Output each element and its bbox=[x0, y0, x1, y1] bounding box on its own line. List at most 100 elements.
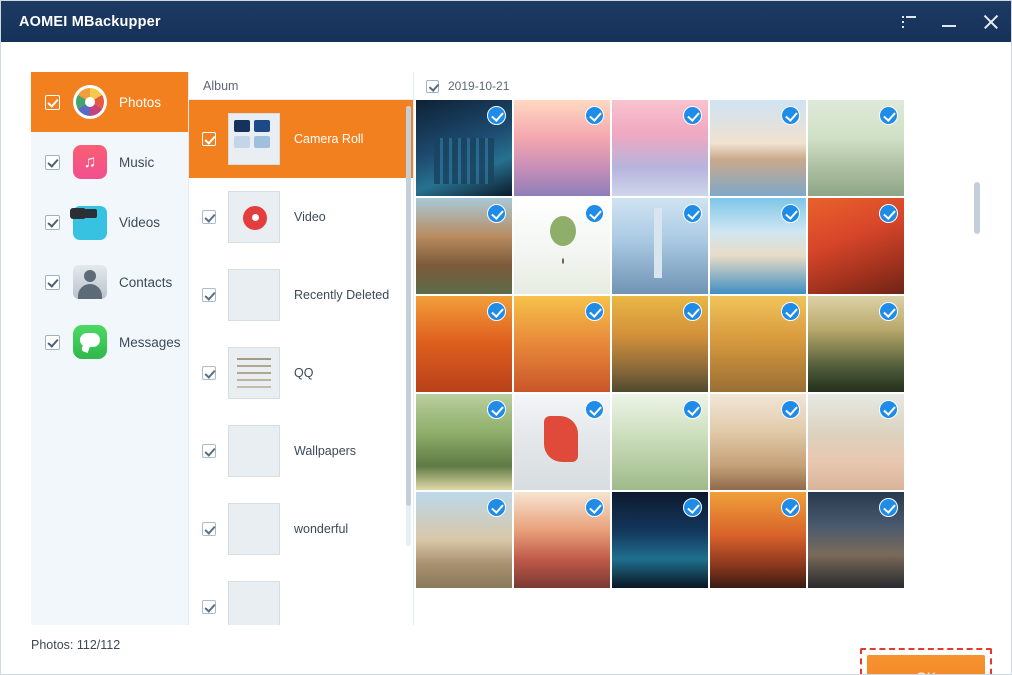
album-scrollbar[interactable] bbox=[406, 106, 411, 546]
album-item-qq[interactable]: QQ bbox=[189, 334, 413, 412]
photo-thumbnail[interactable] bbox=[808, 492, 904, 588]
album-item-camera-roll[interactable]: Camera Roll bbox=[189, 100, 413, 178]
sidebar-item-videos[interactable]: Videos bbox=[31, 192, 188, 252]
photo-thumbnail[interactable] bbox=[710, 492, 806, 588]
sidebar-item-label: Videos bbox=[119, 215, 160, 230]
photo-selected-icon[interactable] bbox=[879, 498, 898, 517]
album-checkbox[interactable] bbox=[202, 366, 216, 380]
album-item-partial[interactable] bbox=[189, 568, 413, 625]
photo-selected-icon[interactable] bbox=[781, 302, 800, 321]
photo-thumbnail[interactable] bbox=[514, 296, 610, 392]
photo-selected-icon[interactable] bbox=[487, 204, 506, 223]
photo-thumbnail[interactable] bbox=[808, 394, 904, 490]
photo-selected-icon[interactable] bbox=[585, 204, 604, 223]
photo-selected-icon[interactable] bbox=[487, 498, 506, 517]
photo-thumbnail[interactable] bbox=[416, 394, 512, 490]
photo-selected-icon[interactable] bbox=[683, 400, 702, 419]
album-checkbox[interactable] bbox=[202, 522, 216, 536]
photo-selected-icon[interactable] bbox=[585, 106, 604, 125]
sidebar-item-music[interactable]: Music bbox=[31, 132, 188, 192]
photo-selected-icon[interactable] bbox=[487, 302, 506, 321]
photo-thumbnail[interactable] bbox=[416, 100, 512, 196]
photo-selected-icon[interactable] bbox=[585, 400, 604, 419]
photo-selected-icon[interactable] bbox=[487, 400, 506, 419]
ok-button[interactable]: OK bbox=[867, 655, 985, 675]
window-controls bbox=[889, 1, 1012, 42]
album-checkbox[interactable] bbox=[202, 444, 216, 458]
contacts-checkbox[interactable] bbox=[45, 275, 60, 290]
album-checkbox[interactable] bbox=[202, 288, 216, 302]
photo-thumbnail[interactable] bbox=[514, 100, 610, 196]
photo-selected-icon[interactable] bbox=[781, 106, 800, 125]
album-name: QQ bbox=[294, 366, 313, 380]
list-menu-icon bbox=[902, 16, 916, 28]
videos-checkbox[interactable] bbox=[45, 215, 60, 230]
album-thumbnail bbox=[228, 503, 280, 555]
sidebar-item-label: Messages bbox=[119, 335, 181, 350]
photo-selected-icon[interactable] bbox=[879, 106, 898, 125]
date-checkbox[interactable] bbox=[426, 80, 439, 93]
photo-selected-icon[interactable] bbox=[585, 498, 604, 517]
photos-checkbox[interactable] bbox=[45, 95, 60, 110]
photo-selected-icon[interactable] bbox=[487, 106, 506, 125]
grid-date-header[interactable]: 2019-10-21 bbox=[414, 72, 983, 100]
album-scrollbar-thumb[interactable] bbox=[406, 106, 411, 506]
photo-selected-icon[interactable] bbox=[781, 498, 800, 517]
photo-selected-icon[interactable] bbox=[879, 204, 898, 223]
ok-button-area: OK bbox=[867, 655, 985, 675]
photo-selected-icon[interactable] bbox=[683, 302, 702, 321]
app-title: AOMEI MBackupper bbox=[19, 14, 161, 30]
photo-thumbnail[interactable] bbox=[612, 198, 708, 294]
photo-thumbnail[interactable] bbox=[416, 492, 512, 588]
photo-thumbnail[interactable] bbox=[612, 296, 708, 392]
sidebar-item-photos[interactable]: Photos bbox=[31, 72, 188, 132]
photo-thumbnail[interactable] bbox=[612, 492, 708, 588]
album-thumbnail bbox=[228, 581, 280, 625]
photo-selected-icon[interactable] bbox=[879, 400, 898, 419]
photo-thumbnail[interactable] bbox=[514, 394, 610, 490]
album-item-recently-deleted[interactable]: Recently Deleted bbox=[189, 256, 413, 334]
photo-thumbnail[interactable] bbox=[416, 198, 512, 294]
photo-thumbnail[interactable] bbox=[808, 198, 904, 294]
photo-thumbnail[interactable] bbox=[514, 492, 610, 588]
photo-thumbnail[interactable] bbox=[710, 296, 806, 392]
photo-thumbnail[interactable] bbox=[612, 394, 708, 490]
photo-selected-icon[interactable] bbox=[879, 302, 898, 321]
list-menu-button[interactable] bbox=[889, 1, 929, 42]
photo-thumbnail[interactable] bbox=[808, 100, 904, 196]
photo-selected-icon[interactable] bbox=[781, 204, 800, 223]
sidebar-item-contacts[interactable]: Contacts bbox=[31, 252, 188, 312]
photo-thumbnail[interactable] bbox=[416, 296, 512, 392]
photo-selected-icon[interactable] bbox=[683, 204, 702, 223]
photo-thumbnail[interactable] bbox=[710, 100, 806, 196]
album-thumbnail bbox=[228, 113, 280, 165]
photo-grid bbox=[416, 100, 983, 625]
photo-selected-icon[interactable] bbox=[781, 400, 800, 419]
photo-thumbnail[interactable] bbox=[710, 394, 806, 490]
grid-scrollbar-thumb[interactable] bbox=[974, 182, 980, 234]
album-checkbox[interactable] bbox=[202, 132, 216, 146]
album-checkbox[interactable] bbox=[202, 600, 216, 614]
album-thumbnail bbox=[228, 347, 280, 399]
album-item-video[interactable]: Video bbox=[189, 178, 413, 256]
album-thumbnail bbox=[228, 269, 280, 321]
minimize-button[interactable] bbox=[929, 1, 969, 42]
messages-checkbox[interactable] bbox=[45, 335, 60, 350]
photo-thumbnail[interactable] bbox=[710, 198, 806, 294]
photo-selected-icon[interactable] bbox=[683, 106, 702, 125]
sidebar-item-label: Photos bbox=[119, 95, 161, 110]
close-icon bbox=[983, 14, 999, 30]
photo-thumbnail[interactable] bbox=[808, 296, 904, 392]
album-item-wonderful[interactable]: wonderful bbox=[189, 490, 413, 568]
album-name: Recently Deleted bbox=[294, 288, 389, 302]
album-header: Album bbox=[189, 72, 413, 100]
music-checkbox[interactable] bbox=[45, 155, 60, 170]
sidebar-item-messages[interactable]: Messages bbox=[31, 312, 188, 372]
photo-selected-icon[interactable] bbox=[585, 302, 604, 321]
photo-selected-icon[interactable] bbox=[683, 498, 702, 517]
photo-thumbnail[interactable] bbox=[514, 198, 610, 294]
close-button[interactable] bbox=[969, 1, 1012, 42]
album-checkbox[interactable] bbox=[202, 210, 216, 224]
album-item-wallpapers[interactable]: Wallpapers bbox=[189, 412, 413, 490]
photo-thumbnail[interactable] bbox=[612, 100, 708, 196]
